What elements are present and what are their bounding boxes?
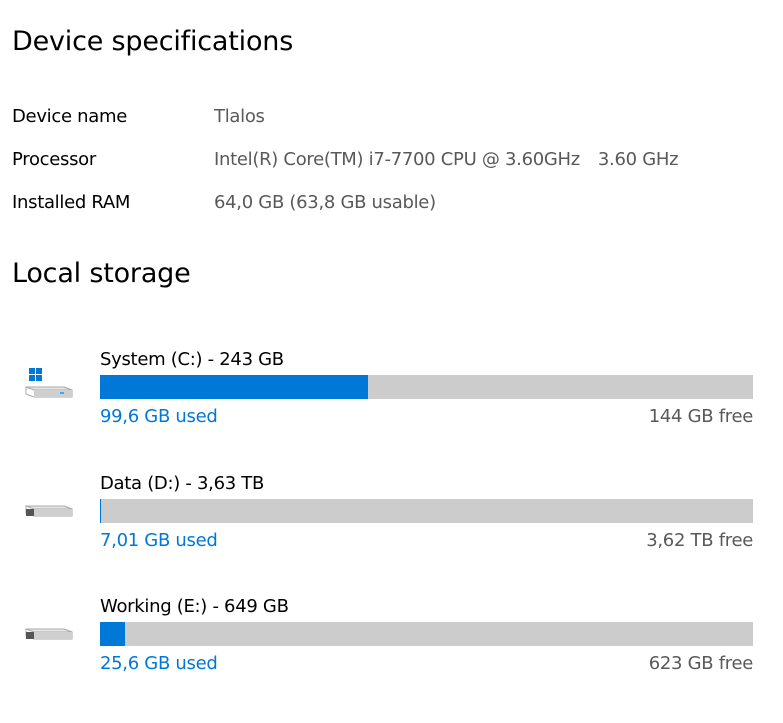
- free-space-label: 3,62 TB free: [646, 530, 753, 551]
- spec-value[interactable]: 64,0 GB (63,8 GB usable): [214, 192, 436, 213]
- spec-value[interactable]: Intel(R) Core(TM) i7-7700 CPU @ 3.60GHz 3…: [214, 148, 679, 170]
- hard-drive-icon: [25, 628, 73, 640]
- free-space-label: 623 GB free: [648, 653, 754, 674]
- storage-usage-bar: [100, 375, 753, 399]
- spec-row-installed-ram: Installed RAM 64,0 GB (63,8 GB usable): [12, 187, 436, 217]
- used-space-label: 7,01 GB used: [100, 530, 218, 551]
- drive-name: Working (E:) - 649 GB: [100, 596, 289, 617]
- free-space-label: 144 GB free: [648, 406, 754, 427]
- windows-drive-icon: [25, 368, 73, 398]
- hard-drive-icon: [25, 505, 73, 517]
- processor-speed: 3.60 GHz: [597, 148, 679, 170]
- device-specifications-title: Device specifications: [12, 26, 294, 57]
- storage-usage-fill: [100, 375, 368, 399]
- storage-usage-bar: [100, 622, 753, 646]
- drive-name: System (C:) - 243 GB: [100, 349, 284, 370]
- drive-name: Data (D:) - 3,63 TB: [100, 473, 265, 494]
- used-space-label: 99,6 GB used: [100, 406, 218, 427]
- spec-label: Installed RAM: [12, 191, 131, 213]
- drive-item-system-c[interactable]: System (C:) - 243 GB 99,6 GB used 144 GB…: [0, 349, 783, 464]
- drive-item-working-e[interactable]: Working (E:) - 649 GB 25,6 GB used 623 G…: [0, 596, 783, 711]
- storage-usage-fill: [100, 622, 126, 646]
- spec-label: Processor: [12, 148, 96, 170]
- processor-name: Intel(R) Core(TM) i7-7700 CPU @ 3.60GHz: [214, 148, 580, 170]
- storage-usage-bar: [100, 499, 753, 523]
- drive-item-data-d[interactable]: Data (D:) - 3,63 TB 7,01 GB used 3,62 TB…: [0, 473, 783, 588]
- spec-value[interactable]: Tlalos: [214, 106, 265, 127]
- spec-row-device-name: Device name Tlalos: [12, 101, 265, 131]
- storage-usage-fill: [100, 499, 102, 523]
- local-storage-title: Local storage: [12, 258, 191, 289]
- spec-label: Device name: [12, 105, 128, 127]
- used-space-label: 25,6 GB used: [100, 653, 218, 674]
- spec-row-processor: Processor Intel(R) Core(TM) i7-7700 CPU …: [12, 144, 679, 174]
